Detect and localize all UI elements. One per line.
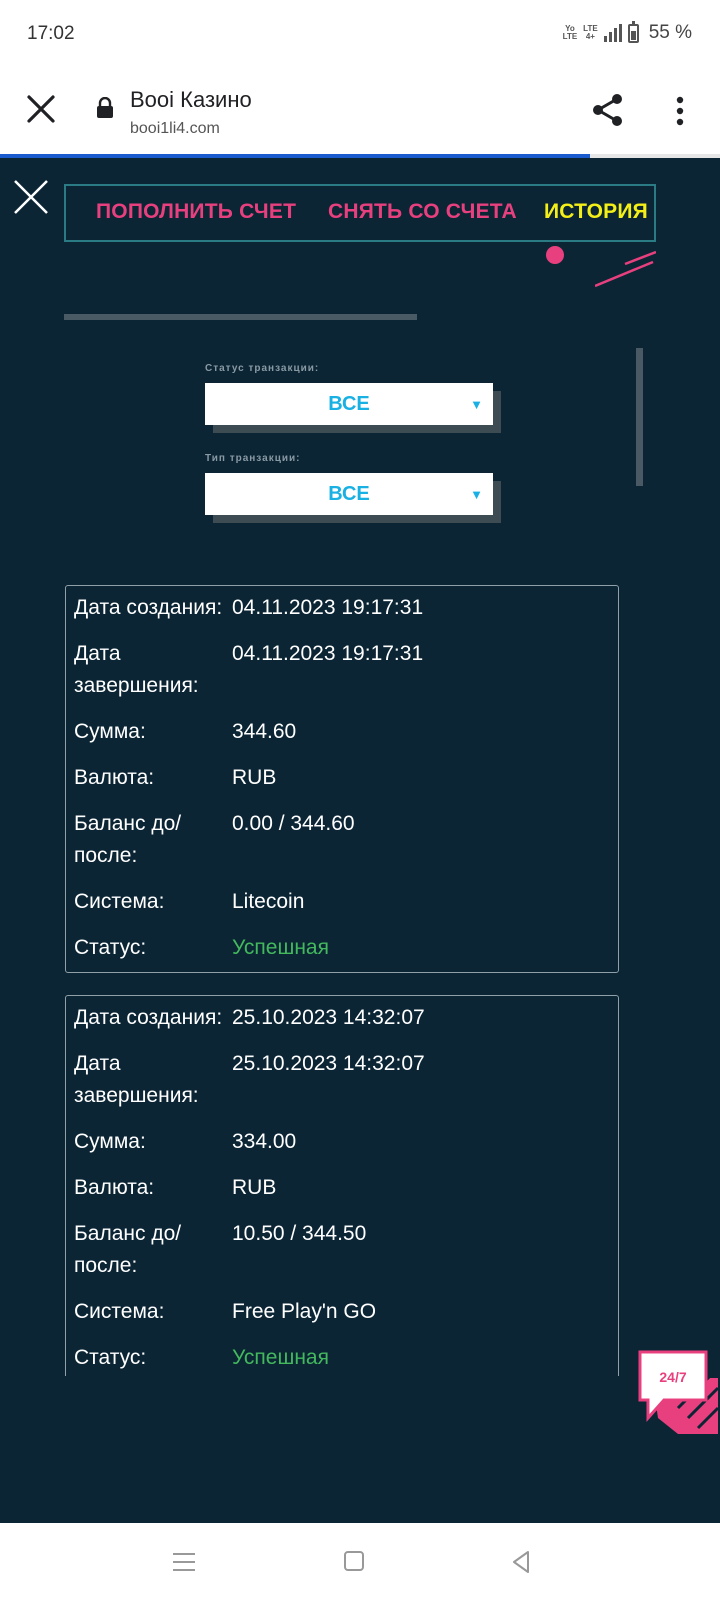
status-time: 17:02	[27, 23, 75, 44]
created-value: 25.10.2023 14:32:07	[232, 1006, 425, 1029]
tab-deposit[interactable]: ПОПОЛНИТЬ СЧЕТ	[96, 200, 296, 224]
status-filter-select[interactable]: ВСЕ ▼	[205, 383, 501, 433]
lock-icon	[97, 97, 113, 118]
completed-label: Дата завершения:	[74, 1052, 199, 1107]
type-filter-label: Тип транзакции:	[205, 453, 301, 464]
created-value: 04.11.2023 19:17:31	[232, 596, 424, 619]
back-icon[interactable]	[508, 1549, 536, 1575]
created-label: Дата создания:	[74, 596, 223, 619]
decor-dot	[546, 246, 564, 264]
amount-value: 334.00	[232, 1130, 297, 1153]
system-nav-bar	[0, 1523, 720, 1600]
page-url[interactable]: booi1li4.com	[130, 120, 220, 138]
currency-label: Валюта:	[74, 766, 155, 789]
battery-icon	[627, 20, 639, 43]
support-chat-label: 24/7	[659, 1369, 686, 1385]
system-label: Система:	[74, 1300, 165, 1323]
tab-history[interactable]: ИСТОРИЯ	[544, 200, 648, 224]
type-filter-value: ВСЕ	[328, 482, 370, 505]
page-title: Booi Казино	[130, 87, 252, 112]
home-icon[interactable]	[340, 1549, 368, 1575]
completed-value: 04.11.2023 19:17:31	[232, 642, 424, 665]
status-icons: Yo LTE LTE 4+ 55 %	[562, 20, 692, 44]
status-label: Статус:	[74, 936, 147, 959]
currency-label: Валюта:	[74, 1176, 155, 1199]
tab-withdraw[interactable]: СНЯТЬ СО СЧЕТА	[328, 200, 517, 224]
balance-label: Баланс до/ после:	[74, 1222, 182, 1277]
balance-value: 0.00 / 344.60	[232, 812, 355, 835]
amount-label: Сумма:	[74, 720, 146, 743]
signal-icon	[603, 24, 622, 42]
scrollbar[interactable]	[636, 348, 643, 486]
status-filter-value: ВСЕ	[328, 392, 370, 415]
close-tab-icon[interactable]	[24, 92, 58, 126]
cashier-tabs: ПОПОЛНИТЬ СЧЕТ СНЯТЬ СО СЧЕТА ИСТОРИЯ	[64, 184, 656, 242]
status-bar: 17:02 Yo LTE LTE 4+ 55 %	[0, 0, 720, 70]
chevron-down-icon: ▼	[470, 487, 483, 502]
completed-value: 25.10.2023 14:32:07	[232, 1052, 425, 1075]
system-value: Litecoin	[232, 890, 305, 913]
divider	[64, 314, 417, 320]
status-value: Успешная	[232, 936, 329, 959]
completed-label: Дата завершения:	[74, 642, 199, 697]
more-options-icon[interactable]	[668, 96, 692, 126]
cashier-page: ПОПОЛНИТЬ СЧЕТ СНЯТЬ СО СЧЕТА ИСТОРИЯ Ст…	[0, 158, 720, 1523]
currency-value: RUB	[232, 766, 277, 789]
balance-label: Баланс до/ после:	[74, 812, 182, 867]
transaction-card: Дата создания: 25.10.2023 14:32:07 Дата …	[65, 995, 619, 1395]
chevron-down-icon: ▼	[470, 397, 483, 412]
transaction-card: Дата создания: 04.11.2023 19:17:31 Дата …	[65, 585, 619, 973]
currency-value: RUB	[232, 1176, 277, 1199]
select-box[interactable]: ВСЕ ▼	[205, 383, 493, 425]
type-filter-select[interactable]: ВСЕ ▼	[205, 473, 501, 523]
page-footer-area	[0, 1376, 720, 1523]
select-box[interactable]: ВСЕ ▼	[205, 473, 493, 515]
decor-lines	[595, 250, 656, 288]
created-label: Дата создания:	[74, 1006, 223, 1029]
share-icon[interactable]	[590, 92, 626, 128]
lte-icon: LTE 4+	[583, 24, 598, 41]
system-label: Система:	[74, 890, 165, 913]
balance-value: 10.50 / 344.50	[232, 1222, 367, 1245]
status-value: Успешная	[232, 1346, 329, 1369]
recent-apps-icon[interactable]	[170, 1549, 198, 1575]
amount-label: Сумма:	[74, 1130, 146, 1153]
status-label: Статус:	[74, 1346, 147, 1369]
battery-percent: 55 %	[648, 22, 692, 43]
support-chat-icon[interactable]: 24/7	[638, 1348, 720, 1438]
status-filter-label: Статус транзакции:	[205, 363, 320, 374]
amount-value: 344.60	[232, 720, 297, 743]
close-icon[interactable]	[12, 178, 50, 216]
system-value: Free Play'n GO	[232, 1300, 377, 1323]
volte-icon: Yo LTE	[562, 24, 578, 41]
browser-toolbar: Booi Казино booi1li4.com	[0, 70, 720, 154]
